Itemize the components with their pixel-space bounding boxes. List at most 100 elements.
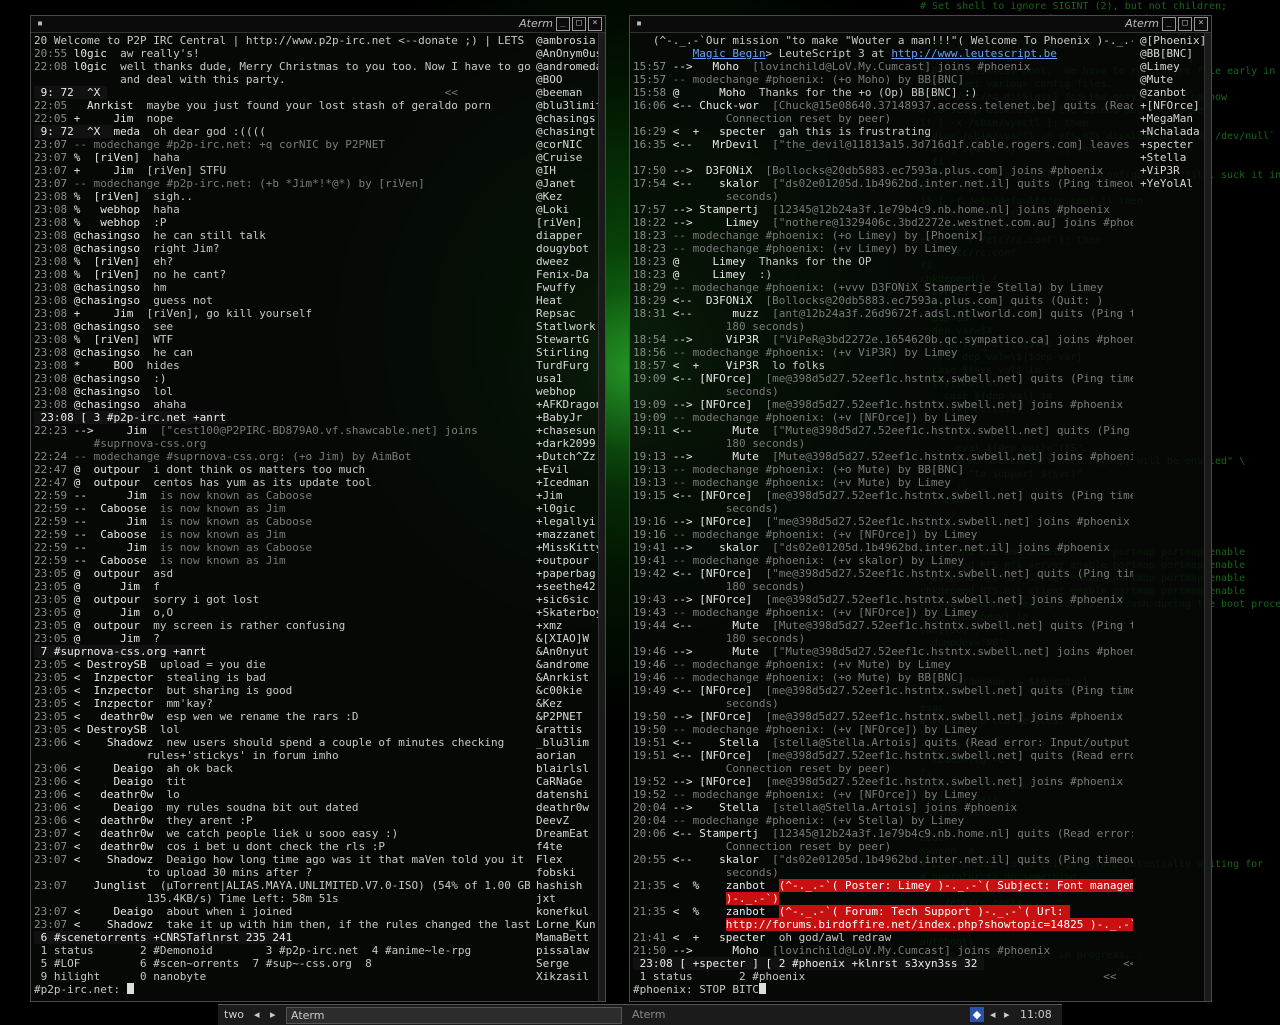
nick-list-item[interactable]: +[NFOrce] bbox=[1140, 99, 1204, 112]
left-chat-log[interactable]: 20 Welcome to P2P IRC Central | http://w… bbox=[34, 34, 530, 1001]
nick-list-item[interactable]: @beeman bbox=[536, 86, 598, 99]
nick-list-item[interactable]: Stirling bbox=[536, 346, 598, 359]
nick-list-item[interactable]: @Kez bbox=[536, 190, 598, 203]
nick-list-item[interactable]: +ViP3R bbox=[1140, 164, 1204, 177]
nick-list-item[interactable]: MamaBett bbox=[536, 931, 598, 944]
nick-list-item[interactable]: +seethe42 bbox=[536, 580, 598, 593]
minimize-icon[interactable]: _ bbox=[556, 17, 570, 31]
nick-list-item[interactable]: Serge bbox=[536, 957, 598, 970]
nick-list-item[interactable]: &Anrkist bbox=[536, 671, 598, 684]
nick-list-item[interactable]: @chasingt bbox=[536, 125, 598, 138]
nick-list-item[interactable]: Lorne_Kun bbox=[536, 918, 598, 931]
nick-list-item[interactable]: @AnOnym0us bbox=[536, 47, 598, 60]
nick-list-item[interactable]: +BabyJr bbox=[536, 411, 598, 424]
nick-list-item[interactable]: blairlsl bbox=[536, 762, 598, 775]
left-window-titlebar[interactable]: ▪ Aterm _ □ × bbox=[31, 16, 605, 33]
tray-arrow-icon[interactable]: ◂ bbox=[990, 1007, 996, 1022]
nick-list-item[interactable]: dweez bbox=[536, 255, 598, 268]
left-scrollbar[interactable] bbox=[598, 33, 605, 1001]
right-terminal-window[interactable]: ▪ Aterm _ □ × (^-._.-`Our mission "to ma… bbox=[629, 15, 1212, 1002]
nick-list-item[interactable]: @BOO bbox=[536, 73, 598, 86]
nick-list-item[interactable]: +Dutch^Zz bbox=[536, 450, 598, 463]
nick-list-item[interactable]: +legallyi bbox=[536, 515, 598, 528]
nick-list-item[interactable]: jxt bbox=[536, 892, 598, 905]
nick-list-item[interactable]: +Jim bbox=[536, 489, 598, 502]
nick-list-item[interactable]: Xikzasil bbox=[536, 970, 598, 983]
nick-list-item[interactable]: &[XIAO]W bbox=[536, 632, 598, 645]
nick-list-item[interactable]: &Kez bbox=[536, 697, 598, 710]
tray-volume-icon[interactable]: ▸ bbox=[1004, 1007, 1010, 1022]
nick-list-item[interactable]: fobski bbox=[536, 866, 598, 879]
nick-list-item[interactable]: +dark2099 bbox=[536, 437, 598, 450]
nick-list-item[interactable]: Flex bbox=[536, 853, 598, 866]
nick-list-item[interactable]: &c00kie bbox=[536, 684, 598, 697]
maximize-icon[interactable]: □ bbox=[1178, 17, 1192, 31]
nick-list-item[interactable]: datenshi bbox=[536, 788, 598, 801]
nick-list-item[interactable]: @chasings bbox=[536, 112, 598, 125]
right-scrollbar[interactable] bbox=[1204, 33, 1211, 1001]
nick-list-item[interactable]: Statlwork bbox=[536, 320, 598, 333]
close-icon[interactable]: × bbox=[588, 17, 602, 31]
nick-list-item[interactable]: +Nchalada bbox=[1140, 125, 1204, 138]
nick-list-item[interactable]: Repsac bbox=[536, 307, 598, 320]
nick-list-item[interactable]: +chasesun bbox=[536, 424, 598, 437]
nick-list-item[interactable]: +AFKDragon bbox=[536, 398, 598, 411]
nick-list-item[interactable]: Fenix-Da bbox=[536, 268, 598, 281]
nick-list-item[interactable]: @andromeda bbox=[536, 60, 598, 73]
right-chat-log[interactable]: (^-._.-`Our mission "to make "Wouter a m… bbox=[633, 34, 1133, 1001]
nick-list-item[interactable]: DreamEat bbox=[536, 827, 598, 840]
nick-list-item[interactable]: +l0gic bbox=[536, 502, 598, 515]
nick-list-item[interactable]: +Evil bbox=[536, 463, 598, 476]
nick-list-item[interactable]: @Mute bbox=[1140, 73, 1204, 86]
tray-app-icon[interactable]: ◆ bbox=[970, 1007, 984, 1022]
maximize-icon[interactable]: □ bbox=[572, 17, 586, 31]
nick-list-item[interactable]: [riVen] bbox=[536, 216, 598, 229]
nick-list-item[interactable]: webhop bbox=[536, 385, 598, 398]
minimize-icon[interactable]: _ bbox=[1162, 17, 1176, 31]
nick-list-item[interactable]: aorian bbox=[536, 749, 598, 762]
pager-prev-icon[interactable]: ◂ bbox=[254, 1007, 260, 1022]
nick-list-item[interactable]: pissalaw bbox=[536, 944, 598, 957]
chat-link[interactable]: http://www.leutescript.be bbox=[891, 47, 1057, 60]
nick-list-item[interactable]: @zanbot bbox=[1140, 86, 1204, 99]
nick-list-item[interactable]: +MegaMan bbox=[1140, 112, 1204, 125]
nick-list-item[interactable]: konefkul bbox=[536, 905, 598, 918]
nick-list-item[interactable]: &An0nyut bbox=[536, 645, 598, 658]
nick-list-item[interactable]: +MissKitty bbox=[536, 541, 598, 554]
nick-list-item[interactable]: TurdFurg bbox=[536, 359, 598, 372]
right-nick-list[interactable]: @[Phoenix] @BB[BNC] @Limey @Mute @zanbot +[NF… bbox=[1140, 34, 1204, 1001]
nick-list-item[interactable]: @Limey bbox=[1140, 60, 1204, 73]
nick-list-item[interactable]: usa1 bbox=[536, 372, 598, 385]
nick-list-item[interactable]: +specter bbox=[1140, 138, 1204, 151]
nick-list-item[interactable]: _blu3lim bbox=[536, 736, 598, 749]
close-icon[interactable]: × bbox=[1194, 17, 1208, 31]
nick-list-item[interactable]: @BB[BNC] bbox=[1140, 47, 1204, 60]
nick-list-item[interactable]: Heat bbox=[536, 294, 598, 307]
window-menu-icon[interactable]: ▪ bbox=[34, 18, 46, 29]
nick-list-item[interactable]: +Stella bbox=[1140, 151, 1204, 164]
nick-list-item[interactable]: CaRNaGe bbox=[536, 775, 598, 788]
nick-list-item[interactable]: +outpour bbox=[536, 554, 598, 567]
nick-list-item[interactable]: +paperbag bbox=[536, 567, 598, 580]
nick-list-item[interactable]: +xmz bbox=[536, 619, 598, 632]
nick-list-item[interactable]: @blu3limit bbox=[536, 99, 598, 112]
desktop-name-label[interactable]: two bbox=[224, 1007, 244, 1022]
window-menu-icon[interactable]: ▪ bbox=[633, 18, 645, 29]
nick-list-item[interactable]: deathr0w bbox=[536, 801, 598, 814]
chat-link[interactable]: Magic Begin bbox=[693, 47, 766, 60]
nick-list-item[interactable]: @ambrosia bbox=[536, 34, 598, 47]
nick-list-item[interactable]: +mazzanet bbox=[536, 528, 598, 541]
nick-list-item[interactable]: &P2PNET bbox=[536, 710, 598, 723]
nick-list-item[interactable]: +Skaterboy bbox=[536, 606, 598, 619]
nick-list-item[interactable]: @IH bbox=[536, 164, 598, 177]
nick-list-item[interactable]: Fwuffy bbox=[536, 281, 598, 294]
nick-list-item[interactable]: &androme bbox=[536, 658, 598, 671]
nick-list-item[interactable]: @corNIC bbox=[536, 138, 598, 151]
nick-list-item[interactable]: hashish bbox=[536, 879, 598, 892]
nick-list-item[interactable]: @Cruise bbox=[536, 151, 598, 164]
nick-list-item[interactable]: StewartG bbox=[536, 333, 598, 346]
nick-list-item[interactable]: diapper bbox=[536, 229, 598, 242]
nick-list-item[interactable]: DeevZ bbox=[536, 814, 598, 827]
left-terminal-window[interactable]: ▪ Aterm _ □ × 20 Welcome to P2P IRC Cent… bbox=[30, 15, 606, 1002]
nick-list-item[interactable]: +sic6sic bbox=[536, 593, 598, 606]
